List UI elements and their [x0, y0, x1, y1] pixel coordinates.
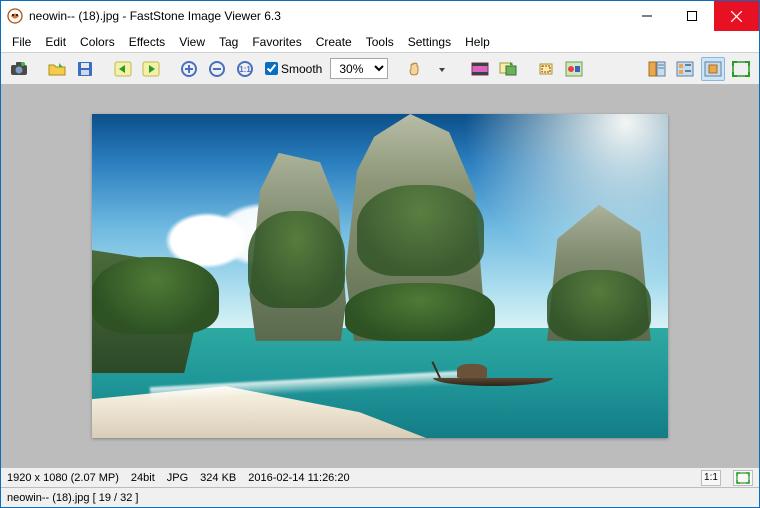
statusbar: 1920 x 1080 (2.07 MP) 24bit JPG 324 KB 2… — [1, 467, 759, 487]
status-format: JPG — [167, 472, 188, 484]
status-depth: 24bit — [131, 472, 155, 484]
zoom-select[interactable]: 30% — [330, 58, 388, 79]
menu-tag[interactable]: Tag — [212, 33, 245, 51]
crop-button[interactable] — [534, 57, 558, 81]
titlebar: neowin-- (18).jpg - FastStone Image View… — [1, 1, 759, 31]
filebar-text: neowin-- (18).jpg [ 19 / 32 ] — [7, 492, 138, 504]
menu-create[interactable]: Create — [309, 33, 359, 51]
smooth-label: Smooth — [281, 62, 322, 76]
prev-button[interactable] — [111, 57, 135, 81]
menu-edit[interactable]: Edit — [38, 33, 73, 51]
menu-colors[interactable]: Colors — [73, 33, 122, 51]
menubar: File Edit Colors Effects View Tag Favori… — [1, 31, 759, 53]
menu-tools[interactable]: Tools — [359, 33, 401, 51]
close-button[interactable] — [714, 1, 759, 31]
window-title: neowin-- (18).jpg - FastStone Image View… — [29, 9, 281, 23]
image-viewport[interactable] — [1, 85, 759, 467]
status-size: 324 KB — [200, 472, 236, 484]
boat-graphic — [433, 360, 553, 386]
acquire-button[interactable] — [7, 57, 31, 81]
windowed-view-button[interactable] — [701, 57, 725, 81]
slideshow-button[interactable] — [468, 57, 492, 81]
menu-help[interactable]: Help — [458, 33, 497, 51]
hand-dropdown-icon[interactable] — [430, 57, 454, 81]
menu-effects[interactable]: Effects — [122, 33, 172, 51]
toolbar: 1:1 Smooth 30% — [1, 53, 759, 85]
compare-button[interactable] — [496, 57, 520, 81]
hand-tool-button[interactable] — [402, 57, 426, 81]
svg-text:1:1: 1:1 — [239, 65, 251, 74]
draw-button[interactable] — [562, 57, 586, 81]
zoom-out-button[interactable] — [205, 57, 229, 81]
save-button[interactable] — [73, 57, 97, 81]
displayed-image — [92, 114, 668, 438]
smooth-checkbox[interactable] — [265, 62, 278, 75]
open-button[interactable] — [45, 57, 69, 81]
status-datetime: 2016-02-14 11:26:20 — [248, 472, 349, 484]
next-button[interactable] — [139, 57, 163, 81]
filebar: neowin-- (18).jpg [ 19 / 32 ] — [1, 487, 759, 507]
fit-window-button[interactable] — [733, 470, 753, 486]
menu-settings[interactable]: Settings — [401, 33, 458, 51]
fullscreen-button[interactable] — [729, 57, 753, 81]
menu-view[interactable]: View — [172, 33, 212, 51]
actual-size-button[interactable]: 1:1 — [233, 57, 257, 81]
smooth-group: Smooth — [265, 62, 322, 76]
menu-favorites[interactable]: Favorites — [245, 33, 308, 51]
minimize-button[interactable] — [624, 1, 669, 31]
zoom-in-button[interactable] — [177, 57, 201, 81]
thumbnail-view-button[interactable] — [673, 57, 697, 81]
app-icon — [7, 8, 23, 24]
menu-file[interactable]: File — [5, 33, 38, 51]
browser-view-button[interactable] — [645, 57, 669, 81]
actual-ratio-button[interactable]: 1:1 — [701, 470, 721, 486]
maximize-button[interactable] — [669, 1, 714, 31]
status-dimensions: 1920 x 1080 (2.07 MP) — [7, 472, 119, 484]
